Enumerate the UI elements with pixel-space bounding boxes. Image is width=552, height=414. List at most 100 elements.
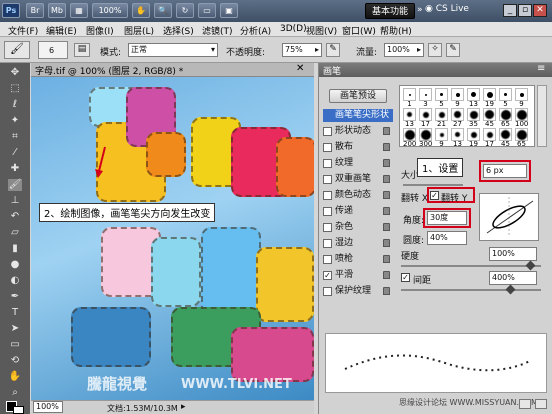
- menu-analysis[interactable]: 分析(A): [240, 24, 271, 37]
- brush-option-item[interactable]: 传递: [323, 205, 393, 218]
- lock-icon[interactable]: [383, 239, 390, 247]
- lock-icon[interactable]: [383, 127, 390, 135]
- lock-icon[interactable]: [383, 175, 390, 183]
- brush-option-item[interactable]: 画笔笔尖形状: [323, 109, 393, 122]
- zoom-level-dropdown[interactable]: 100%: [92, 3, 128, 18]
- brush-option-item[interactable]: 形状动态: [323, 125, 393, 138]
- menu-3d[interactable]: 3D(D): [280, 24, 307, 34]
- history-brush-tool[interactable]: ↶: [8, 211, 22, 223]
- lock-icon[interactable]: [383, 191, 390, 199]
- brush-presets-button[interactable]: 画笔预设: [329, 89, 387, 103]
- option-checkbox[interactable]: [323, 159, 332, 168]
- new-preset-button[interactable]: [519, 399, 531, 409]
- cs-live-button[interactable]: ◉ CS Live: [425, 4, 469, 14]
- spacing-input[interactable]: 400%: [489, 271, 537, 285]
- document-tab[interactable]: 字母.tif @ 100% (图层 2, RGB/8) * ✕: [31, 63, 314, 77]
- option-checkbox[interactable]: [323, 127, 332, 136]
- gradient-tool[interactable]: ▮: [8, 243, 22, 255]
- type-tool[interactable]: T: [8, 307, 22, 319]
- brush-tip-swatch[interactable]: 19: [483, 88, 496, 108]
- menu-filter[interactable]: 滤镜(T): [202, 24, 233, 37]
- brush-tip-swatch[interactable]: 9: [515, 88, 528, 108]
- marquee-tool[interactable]: ⬚: [8, 83, 22, 95]
- background-color-swatch[interactable]: [13, 406, 24, 414]
- lock-icon[interactable]: [383, 287, 390, 295]
- move-tool[interactable]: ✥: [8, 67, 22, 79]
- mode-select[interactable]: 正常 ▾: [128, 43, 218, 57]
- brush-tip-swatch[interactable]: 5: [435, 88, 448, 108]
- flow-input[interactable]: 100% ▸: [384, 43, 424, 57]
- option-checkbox[interactable]: [323, 223, 332, 232]
- pressure-size-button[interactable]: ✎: [446, 43, 460, 57]
- brush-option-item[interactable]: 颜色动态: [323, 189, 393, 202]
- lock-icon[interactable]: [383, 255, 390, 263]
- brush-tip-swatch[interactable]: 1: [403, 88, 416, 108]
- document-canvas[interactable]: 2、绘制图像，画笔笔尖方向发生改变 騰龍視覺 WWW.TLVI.NET: [31, 77, 314, 400]
- clone-stamp-tool[interactable]: ⊥: [8, 195, 22, 207]
- eraser-tool[interactable]: ▱: [8, 227, 22, 239]
- arrange-documents-button[interactable]: ▭: [198, 3, 216, 18]
- workspace-switcher[interactable]: 基本功能: [365, 3, 415, 19]
- brush-tip-swatch[interactable]: 21: [435, 108, 448, 128]
- hardness-input[interactable]: 100%: [489, 247, 537, 261]
- panel-menu-icon[interactable]: ≡: [537, 63, 545, 74]
- brush-tip-swatch[interactable]: 300: [419, 128, 432, 148]
- tool-preset-picker[interactable]: 🖌: [4, 41, 30, 59]
- dodge-tool[interactable]: ◐: [8, 275, 22, 287]
- hand-tool-button[interactable]: ✋: [132, 3, 150, 18]
- lock-icon[interactable]: [383, 271, 390, 279]
- brush-tip-swatch[interactable]: 13: [403, 108, 416, 128]
- menu-file[interactable]: 文件(F): [8, 24, 38, 37]
- lock-icon[interactable]: [383, 223, 390, 231]
- menu-edit[interactable]: 编辑(E): [46, 24, 77, 37]
- brush-tip-swatch[interactable]: 65: [515, 128, 528, 148]
- airbrush-button[interactable]: ✧: [428, 43, 442, 57]
- healing-brush-tool[interactable]: ✚: [8, 163, 22, 175]
- pen-tool[interactable]: ✒: [8, 291, 22, 303]
- option-checkbox[interactable]: [323, 143, 332, 152]
- eyedropper-tool[interactable]: ⁄: [8, 147, 22, 159]
- brush-option-item[interactable]: 湿边: [323, 237, 393, 250]
- lock-icon[interactable]: [383, 159, 390, 167]
- size-input[interactable]: 6 px: [483, 164, 527, 178]
- quick-select-tool[interactable]: ✦: [8, 115, 22, 127]
- brush-tip-grid[interactable]: 1 3 5 9 13 19 5 9 13 17 21 27 35 45 65 100 200 300 9 13 19 17…: [399, 85, 535, 148]
- shape-tool[interactable]: ▭: [8, 339, 22, 351]
- brush-tip-swatch[interactable]: 65: [499, 108, 512, 128]
- spacing-slider-handle[interactable]: [505, 284, 516, 295]
- brush-option-item[interactable]: 喷枪: [323, 253, 393, 266]
- spacing-slider[interactable]: [401, 289, 541, 291]
- bridge-button[interactable]: Br: [26, 3, 44, 18]
- zoom-field[interactable]: 100%: [33, 401, 63, 413]
- option-checkbox[interactable]: [323, 239, 332, 248]
- brush-tip-swatch[interactable]: 17: [419, 108, 432, 128]
- hardness-slider-handle[interactable]: [525, 260, 536, 271]
- brush-tip-swatch[interactable]: 27: [451, 108, 464, 128]
- delete-icon[interactable]: [535, 399, 547, 409]
- brush-tip-swatch[interactable]: 35: [467, 108, 480, 128]
- status-arrow-icon[interactable]: ▸: [181, 402, 186, 412]
- lock-icon[interactable]: [383, 207, 390, 215]
- spacing-checkbox[interactable]: ✓: [401, 273, 410, 282]
- brush-angle-preview[interactable]: [479, 193, 539, 241]
- option-checkbox[interactable]: [323, 207, 332, 216]
- brush-option-item[interactable]: ✓ 平滑: [323, 269, 393, 282]
- brush-option-item[interactable]: 保护纹理: [323, 285, 393, 298]
- brush-tip-swatch[interactable]: 100: [515, 108, 528, 128]
- menu-window[interactable]: 窗口(W): [342, 24, 376, 37]
- option-checkbox[interactable]: [323, 287, 332, 296]
- brush-tip-swatch[interactable]: 13: [467, 88, 480, 108]
- option-checkbox[interactable]: [323, 175, 332, 184]
- option-checkbox[interactable]: [323, 191, 332, 200]
- brush-option-item[interactable]: 双重画笔: [323, 173, 393, 186]
- menu-select[interactable]: 选择(S): [163, 24, 194, 37]
- menu-image[interactable]: 图像(I): [86, 24, 114, 37]
- minimize-button[interactable]: _: [503, 4, 517, 17]
- size-slider[interactable]: [403, 184, 463, 186]
- close-button[interactable]: ✕: [533, 4, 547, 17]
- brush-tip-swatch[interactable]: 9: [451, 88, 464, 108]
- hardness-slider[interactable]: [401, 265, 541, 267]
- brush-tip-swatch[interactable]: 19: [467, 128, 480, 148]
- hand-tool[interactable]: ✋: [8, 371, 22, 383]
- brush-tip-swatch[interactable]: 5: [499, 88, 512, 108]
